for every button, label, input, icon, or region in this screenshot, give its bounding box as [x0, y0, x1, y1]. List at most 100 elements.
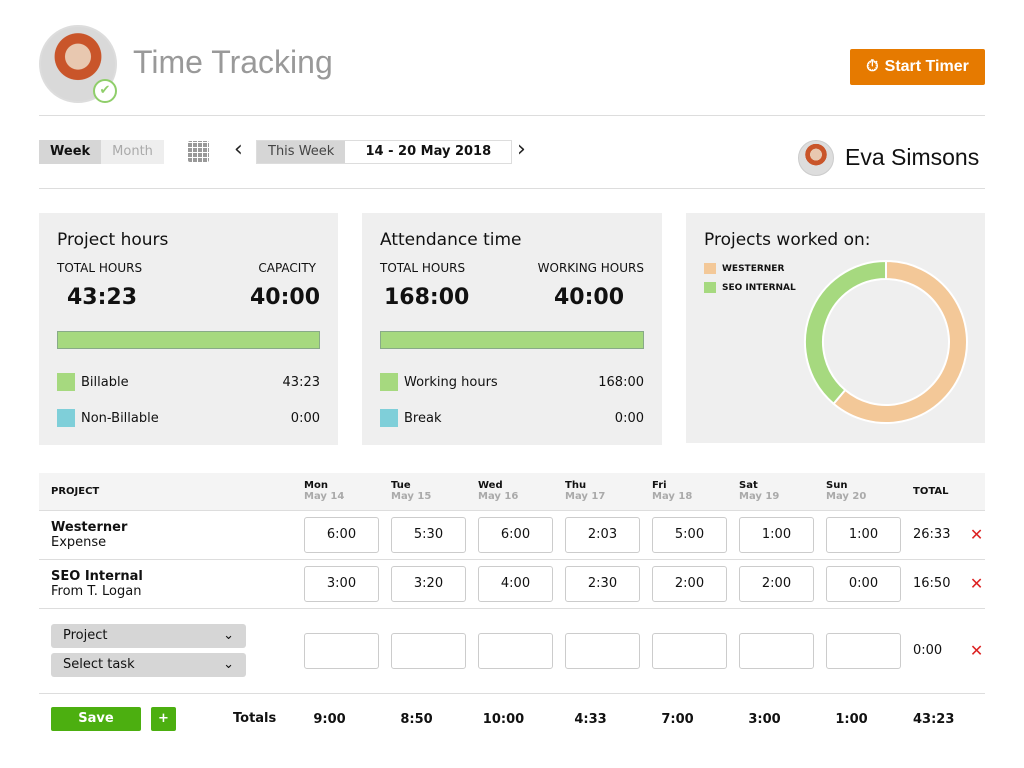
totals-label: Totals — [233, 711, 277, 727]
project-name: SEO Internal — [51, 568, 143, 584]
grand-total: 43:23 — [913, 711, 955, 727]
legend-seo-internal: SEO INTERNAL — [704, 282, 796, 293]
day-header: Thu May 17 — [553, 473, 640, 511]
check-icon: ✔ — [93, 79, 117, 103]
hours-input[interactable]: 3:00 — [304, 565, 379, 602]
chevron-down-icon: ⌄ — [223, 657, 234, 672]
donut-chart — [804, 259, 968, 424]
legend-label: SEO INTERNAL — [722, 282, 796, 293]
working-hours-value: 40:00 — [553, 285, 624, 310]
divider — [39, 188, 985, 189]
month-tab[interactable]: Month — [101, 140, 164, 164]
day-name: Fri — [652, 480, 667, 492]
legend-working: Working hours 168:00 — [380, 373, 644, 391]
hours-input[interactable]: 5:30 — [391, 516, 466, 553]
totals-row: Save + Totals 9:00 8:50 10:00 4:33 7:00 3:00 1:00… — [39, 693, 985, 745]
hours-input[interactable]: 1:00 — [826, 516, 901, 553]
stopwatch-icon: ⏱ — [866, 58, 879, 75]
donut-slice-seo-internal — [804, 259, 887, 406]
hours-input[interactable]: 2:00 — [652, 565, 727, 602]
legend-value: 43:23 — [282, 374, 320, 390]
date-range-label: 14 - 20 May 2018 — [365, 144, 492, 159]
hours-input[interactable]: 6:00 — [478, 516, 553, 553]
row-total: 26:33 — [901, 510, 958, 560]
hours-input[interactable]: 4:00 — [478, 565, 553, 602]
day-name: Thu — [565, 480, 587, 492]
table-row: SEO Internal From T. Logan 3:00 3:20 4:00 2:3… — [39, 559, 985, 609]
day-total: 4:33 — [574, 711, 607, 727]
day-date: May 17 — [565, 491, 606, 503]
save-button[interactable]: Save — [51, 707, 141, 732]
legend-label: Non-Billable — [81, 410, 159, 426]
user-name: Eva Simsons — [845, 144, 980, 170]
day-date: May 15 — [391, 491, 432, 503]
attendance-card: Attendance time TOTAL HOURS WORKING HOUR… — [362, 213, 662, 445]
day-name: Tue — [391, 480, 411, 492]
delete-row-icon[interactable]: ✕ — [970, 641, 983, 660]
day-date: May 16 — [478, 491, 519, 503]
hours-input[interactable]: 3:20 — [391, 565, 466, 602]
total-hours-label: TOTAL HOURS — [380, 261, 466, 275]
actions-header — [957, 473, 985, 511]
swatch — [704, 263, 716, 274]
delete-row-icon[interactable]: ✕ — [970, 525, 983, 544]
day-date: May 18 — [652, 491, 693, 503]
legend-non-billable: Non-Billable 0:00 — [57, 409, 320, 427]
legend-label: Break — [404, 410, 442, 426]
day-header: Fri May 18 — [640, 473, 727, 511]
day-total: 9:00 — [313, 711, 346, 727]
hours-input[interactable]: 2:30 — [565, 565, 640, 602]
page-title: Time Tracking — [133, 44, 333, 80]
row-total: 16:50 — [901, 559, 958, 609]
capacity-label: CAPACITY — [258, 261, 316, 275]
day-header: Sat May 19 — [727, 473, 814, 511]
date-range: This Week 14 - 20 May 2018 — [256, 140, 513, 164]
swatch — [704, 282, 716, 293]
progress-bar — [380, 331, 644, 349]
week-tab[interactable]: Week — [39, 140, 102, 164]
user-avatar — [798, 140, 834, 176]
add-row-button[interactable]: + — [151, 707, 176, 732]
chevron-down-icon: ⌄ — [223, 628, 234, 643]
project-name: Westerner — [51, 519, 128, 535]
hours-input[interactable]: 5:00 — [652, 516, 727, 553]
legend-westerner: WESTERNER — [704, 263, 784, 274]
period-toggle: Week Month — [39, 140, 164, 164]
hours-input[interactable] — [391, 632, 466, 669]
hours-input[interactable]: 2:03 — [565, 516, 640, 553]
total-header: TOTAL — [901, 473, 958, 511]
day-header: Wed May 16 — [466, 473, 553, 511]
hours-input[interactable] — [739, 632, 814, 669]
table-row: Westerner Expense 6:00 5:30 6:00 2:03 5:00 1:00… — [39, 510, 985, 560]
day-total: 1:00 — [835, 711, 868, 727]
hours-input[interactable]: 6:00 — [304, 516, 379, 553]
task-select[interactable]: Select task ⌄ — [51, 653, 246, 677]
prev-week-button[interactable]: ‹ — [234, 137, 243, 162]
hours-input[interactable] — [826, 632, 901, 669]
swatch — [380, 373, 398, 391]
legend-value: 168:00 — [598, 374, 644, 390]
hours-input[interactable]: 1:00 — [739, 516, 814, 553]
row-total: 0:00 — [901, 608, 958, 694]
hours-input[interactable]: 0:00 — [826, 565, 901, 602]
day-total: 10:00 — [482, 711, 525, 727]
project-select[interactable]: Project ⌄ — [51, 624, 246, 648]
day-name: Sun — [826, 480, 848, 492]
calendar-icon[interactable] — [188, 141, 209, 162]
hours-input[interactable] — [652, 632, 727, 669]
day-header: Tue May 15 — [379, 473, 466, 511]
hours-input[interactable] — [304, 632, 379, 669]
hours-input[interactable]: 2:00 — [739, 565, 814, 602]
legend-value: 0:00 — [290, 410, 320, 426]
total-hours-value: 168:00 — [384, 285, 470, 310]
progress-bar — [57, 331, 320, 349]
next-week-button[interactable]: › — [517, 137, 526, 162]
task-name: From T. Logan — [51, 583, 142, 599]
start-timer-button[interactable]: ⏱ Start Timer — [850, 49, 985, 85]
new-row: Project ⌄ Select task ⌄ 0:00 ✕ — [39, 608, 985, 694]
delete-row-icon[interactable]: ✕ — [970, 574, 983, 593]
project-hours-card: Project hours TOTAL HOURS CAPACITY 43:23… — [39, 213, 338, 445]
hours-input[interactable] — [565, 632, 640, 669]
hours-input[interactable] — [478, 632, 553, 669]
this-week-button[interactable]: This Week — [257, 141, 346, 163]
